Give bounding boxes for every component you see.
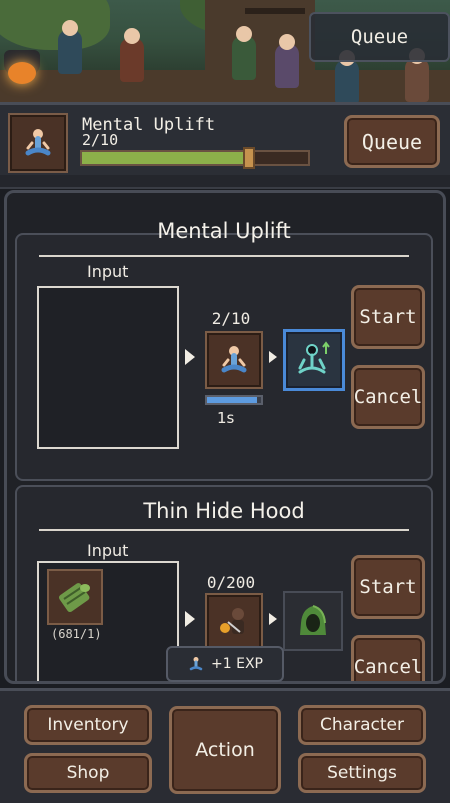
input-label: Input xyxy=(87,262,129,281)
exp-toast: +1 EXP xyxy=(166,646,284,682)
title-underline xyxy=(39,529,409,531)
scene-character xyxy=(58,20,82,74)
title-underline xyxy=(39,255,409,257)
output-slot[interactable] xyxy=(283,591,343,651)
arrow-right-icon xyxy=(269,351,277,363)
recipe-title: Mental Uplift xyxy=(157,219,291,243)
current-task-count: 2/10 xyxy=(82,131,119,149)
nav-character-button[interactable]: Character xyxy=(298,705,426,745)
output-slot[interactable] xyxy=(283,329,345,391)
start-button[interactable]: Start xyxy=(351,285,425,349)
scene-shelf xyxy=(245,8,305,14)
recipe-panel[interactable]: Mental Uplift Input 2/10 1s Start Cancel… xyxy=(4,190,446,684)
scene-character xyxy=(335,50,359,102)
tavern-scene: Queue xyxy=(0,0,450,102)
nav-action-button[interactable]: Action xyxy=(169,706,281,794)
input-label: Input xyxy=(87,541,129,560)
action-slot xyxy=(205,331,263,389)
arrow-right-icon xyxy=(269,613,277,625)
cancel-button[interactable]: Cancel xyxy=(351,365,425,429)
action-slot xyxy=(205,593,263,651)
cancel-button[interactable]: Cancel xyxy=(351,635,425,681)
current-task-icon-box xyxy=(8,113,68,173)
green-hood-icon xyxy=(300,605,326,635)
progress-knob xyxy=(243,147,256,169)
input-slot-area[interactable] xyxy=(37,286,179,449)
crafter-icon xyxy=(220,608,244,634)
scene-character xyxy=(405,48,429,102)
recipe-card: Mental Uplift Input 2/10 1s Start Cancel xyxy=(15,219,433,481)
craft-count: 0/200 xyxy=(206,573,256,592)
craft-progress xyxy=(205,395,263,405)
craft-progress-fill xyxy=(207,397,258,403)
material-slot[interactable] xyxy=(47,569,103,625)
leather-roll-icon xyxy=(58,583,90,613)
scene-foliage xyxy=(0,0,110,50)
queue-button[interactable]: Queue xyxy=(344,115,440,168)
arrow-right-icon xyxy=(185,349,195,365)
progress-fill xyxy=(82,152,250,164)
scene-character xyxy=(120,28,144,82)
craft-time: 1s xyxy=(217,409,235,427)
arrow-right-icon xyxy=(185,611,195,627)
meditating-person-icon xyxy=(25,129,51,156)
recipe-title: Thin Hide Hood xyxy=(143,499,305,523)
nav-shop-button[interactable]: Shop xyxy=(24,753,152,793)
section-divider xyxy=(0,175,450,189)
exp-toast-text: +1 EXP xyxy=(211,656,263,672)
campfire-icon xyxy=(8,62,36,84)
current-task-bar: Mental Uplift 2/10 Queue xyxy=(0,102,450,178)
queue-overlay-button[interactable]: Queue xyxy=(309,12,450,62)
nav-settings-button[interactable]: Settings xyxy=(298,753,426,793)
current-task-progress xyxy=(80,147,310,169)
start-button[interactable]: Start xyxy=(351,555,425,619)
meditating-person-icon xyxy=(221,346,247,373)
craft-count: 2/10 xyxy=(211,309,251,328)
meditation-aura-icon xyxy=(298,341,330,374)
nav-inventory-button[interactable]: Inventory xyxy=(24,705,152,745)
material-count: (681/1) xyxy=(51,627,102,641)
scene-character xyxy=(275,34,299,88)
meditating-person-icon xyxy=(189,657,203,671)
scene-floor xyxy=(0,70,450,102)
scene-character xyxy=(232,26,256,80)
